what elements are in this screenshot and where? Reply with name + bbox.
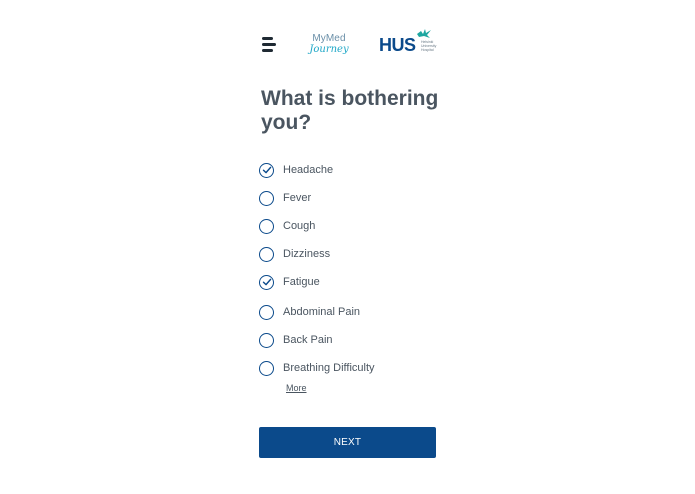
radio-unchecked-icon[interactable] — [259, 360, 274, 376]
more-link[interactable]: More — [286, 383, 307, 393]
hus-logo: HUS Helsinki University Hospital — [379, 28, 439, 56]
hus-bird-icon — [417, 29, 431, 38]
option-label: Cough — [283, 220, 316, 232]
option-dizziness[interactable]: Dizziness — [258, 244, 448, 264]
option-fever[interactable]: Fever — [258, 188, 448, 208]
option-abdominal-pain[interactable]: Abdominal Pain — [258, 302, 448, 322]
next-button[interactable]: NEXT — [259, 427, 436, 458]
radio-unchecked-icon[interactable] — [259, 218, 274, 234]
option-label: Headache — [283, 164, 334, 176]
mymed-journey-logo: MyMed Journey — [309, 33, 349, 55]
menu-line — [262, 37, 273, 40]
option-label: Fever — [283, 192, 312, 204]
menu-line — [262, 49, 273, 52]
option-label: Fatigue — [283, 276, 320, 288]
hus-logo-tagline: Helsinki University Hospital — [421, 40, 437, 52]
page-title: What is bothering you? — [261, 87, 439, 134]
radio-checked-icon[interactable] — [259, 162, 274, 178]
radio-checked-icon[interactable] — [259, 274, 274, 290]
radio-unchecked-icon[interactable] — [259, 304, 274, 320]
option-fatigue[interactable]: Fatigue — [258, 272, 448, 292]
hamburger-menu-icon[interactable] — [262, 37, 278, 53]
option-breathing-difficulty[interactable]: Breathing Difficulty — [258, 358, 448, 378]
menu-line — [262, 43, 276, 46]
option-cough[interactable]: Cough — [258, 216, 448, 236]
option-label: Abdominal Pain — [283, 306, 361, 318]
radio-unchecked-icon[interactable] — [259, 246, 274, 262]
option-label: Back Pain — [283, 334, 333, 346]
radio-unchecked-icon[interactable] — [259, 332, 274, 348]
app-logo-line2: Journey — [309, 44, 349, 55]
option-label: Dizziness — [283, 248, 331, 260]
hus-logo-text: HUS — [379, 35, 416, 55]
option-back-pain[interactable]: Back Pain — [258, 330, 448, 350]
option-label: Breathing Difficulty — [283, 362, 375, 374]
app-logo-line1: MyMed — [312, 33, 346, 44]
option-headache[interactable]: Headache — [258, 160, 448, 180]
radio-unchecked-icon[interactable] — [259, 190, 274, 206]
